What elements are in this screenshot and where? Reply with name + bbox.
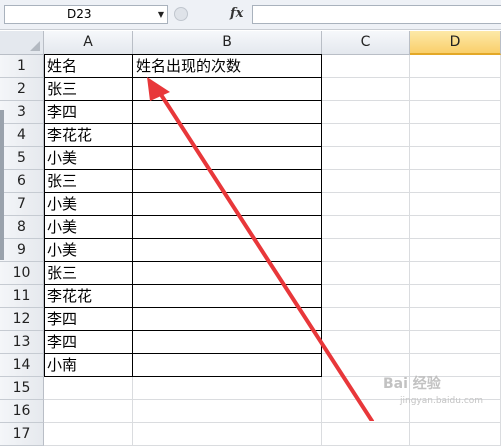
cell-a17[interactable] (44, 423, 133, 446)
cell-b17[interactable] (133, 423, 322, 446)
annotation-arrow (147, 77, 374, 421)
arrow-shaft (156, 88, 374, 421)
cell-c17[interactable] (322, 423, 410, 446)
row-header-17[interactable]: 17 (0, 423, 44, 446)
arrow-head (147, 77, 170, 101)
cell-d17[interactable] (410, 423, 501, 446)
watermark-logo: Bai 经验 (383, 376, 441, 392)
watermark-url: jingyan.baidu.com (400, 396, 484, 406)
